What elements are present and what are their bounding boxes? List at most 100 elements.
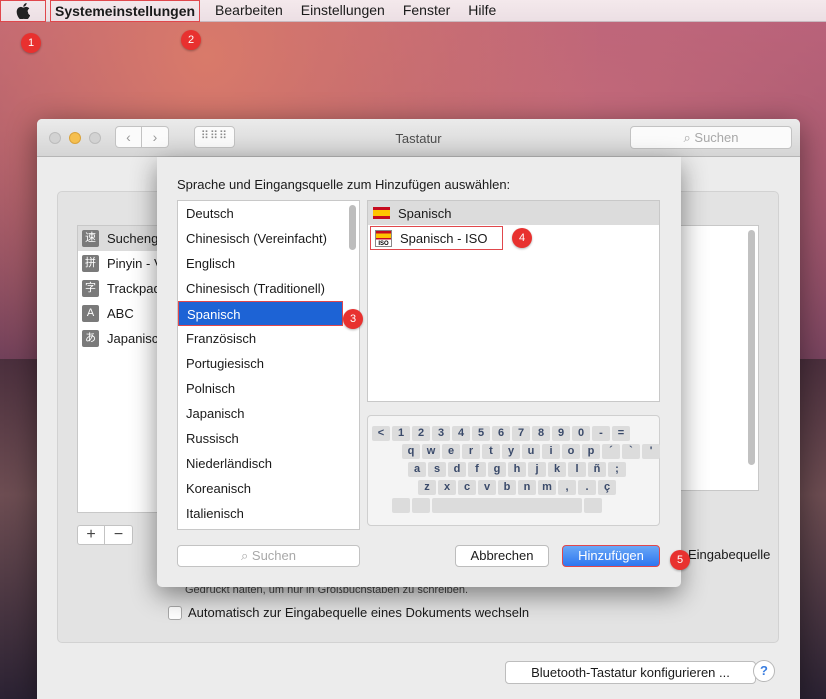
step-marker-3: 3	[343, 309, 363, 329]
spain-flag-icon	[373, 207, 390, 219]
spain-iso-flag-icon	[375, 229, 392, 247]
menu-einstellungen[interactable]: Einstellungen	[292, 0, 394, 22]
title-bar: ‹ › ⠿⠿⠿ Tastatur ⌕ Suchen	[37, 119, 800, 157]
key: .	[578, 480, 596, 495]
language-item[interactable]: Russisch	[178, 426, 359, 451]
add-input-source-sheet: Sprache und Eingangsquelle zum Hinzufüge…	[157, 157, 681, 587]
language-item[interactable]: Italienisch	[178, 501, 359, 526]
key: ,	[558, 480, 576, 495]
remove-source-button[interactable]: −	[105, 525, 133, 545]
key: .	[584, 498, 602, 513]
add-source-button[interactable]: +	[77, 525, 105, 545]
help-button[interactable]: ?	[753, 660, 775, 682]
key: m	[538, 480, 556, 495]
window-search-field[interactable]: ⌕ Suchen	[630, 126, 792, 149]
key: ´	[602, 444, 620, 459]
key: e	[442, 444, 460, 459]
step-marker-2: 2	[181, 30, 201, 50]
key: 3	[432, 426, 450, 441]
key: f	[468, 462, 486, 477]
key: -	[592, 426, 610, 441]
language-item[interactable]: Französisch	[178, 326, 359, 351]
search-placeholder: Suchen	[694, 130, 739, 145]
language-item[interactable]: Chinesisch (Traditionell)	[178, 276, 359, 301]
keyboard-row: a s d f g h j k l ñ;	[372, 462, 655, 477]
menu-fenster[interactable]: Fenster	[394, 0, 459, 22]
search-icon: ⌕	[683, 130, 691, 145]
key: u	[522, 444, 540, 459]
key: b	[498, 480, 516, 495]
keyboard-row: q w e r t y u i o p ´ ` '	[372, 444, 660, 459]
language-item[interactable]: Deutsch	[178, 201, 359, 226]
source-group-header: Spanisch	[368, 201, 659, 225]
wallpaper-right	[796, 359, 826, 699]
key: ñ	[588, 462, 606, 477]
source-icon: A	[82, 305, 99, 322]
language-item[interactable]: Englisch	[178, 251, 359, 276]
source-icon: 速	[82, 230, 99, 247]
cancel-button[interactable]: Abbrechen	[455, 545, 549, 567]
source-header-label: Spanisch	[398, 205, 452, 221]
language-item[interactable]: Polnisch	[178, 376, 359, 401]
source-item-spanish-iso[interactable]: Spanisch - ISO	[370, 226, 503, 250]
key: n	[518, 480, 536, 495]
add-remove-controls: + −	[77, 525, 133, 545]
add-button[interactable]: Hinzufügen	[562, 545, 660, 567]
key: 4	[452, 426, 470, 441]
source-item-label: Spanisch - ISO	[400, 230, 488, 246]
language-list: Deutsch Chinesisch (Vereinfacht) Englisc…	[177, 200, 360, 530]
language-item[interactable]: Chinesisch (Vereinfacht)	[178, 226, 359, 251]
key: ;	[608, 462, 626, 477]
source-icon: 字	[82, 280, 99, 297]
key: <	[372, 426, 390, 441]
key: k	[548, 462, 566, 477]
step-marker-4: 4	[512, 228, 532, 248]
bluetooth-keyboard-button[interactable]: Bluetooth-Tastatur konfigurieren ...	[505, 661, 756, 684]
keyboard-row: <1 2 3 4 5 6 7 8 9 0- =	[372, 426, 655, 441]
apple-menu[interactable]	[0, 0, 46, 22]
sheet-title: Sprache und Eingangsquelle zum Hinzufüge…	[177, 177, 511, 192]
eingabequelle-label: Eingabequelle	[688, 547, 771, 562]
key: a	[408, 462, 426, 477]
key: x	[438, 480, 456, 495]
source-detail-pane	[677, 225, 759, 491]
key: q	[402, 444, 420, 459]
key: 5	[472, 426, 490, 441]
source-icon: 拼	[82, 255, 99, 272]
menu-bearbeiten[interactable]: Bearbeiten	[206, 0, 292, 22]
auto-switch-label: Automatisch zur Eingabequelle eines Doku…	[188, 605, 530, 620]
key: 9	[552, 426, 570, 441]
key: 2	[412, 426, 430, 441]
auto-switch-checkbox[interactable]	[168, 605, 182, 620]
language-item[interactable]: Koreanisch	[178, 476, 359, 501]
key: =	[612, 426, 630, 441]
language-item[interactable]: Japanisch	[178, 401, 359, 426]
key: i	[542, 444, 560, 459]
menu-bar: Systemeinstellungen Bearbeiten Einstellu…	[0, 0, 826, 22]
scrollbar[interactable]	[748, 230, 755, 465]
language-item[interactable]: Portugiesisch	[178, 351, 359, 376]
key: ç	[598, 480, 616, 495]
keyboard-row: zxcvbnm,.ç	[372, 480, 655, 495]
key: y	[502, 444, 520, 459]
key: r	[462, 444, 480, 459]
space-key: .	[432, 498, 582, 513]
key: t	[482, 444, 500, 459]
language-item-selected[interactable]: Spanisch	[178, 301, 343, 326]
key: s	[428, 462, 446, 477]
key: w	[422, 444, 440, 459]
menu-hilfe[interactable]: Hilfe	[459, 0, 505, 22]
language-search-field[interactable]: ⌕ Suchen	[177, 545, 360, 567]
key: l	[568, 462, 586, 477]
search-icon: ⌕	[241, 548, 249, 563]
language-item[interactable]: Niederländisch	[178, 451, 359, 476]
key: .	[392, 498, 410, 513]
key: v	[478, 480, 496, 495]
menu-app-name[interactable]: Systemeinstellungen	[50, 0, 201, 22]
auto-switch-option[interactable]: Automatisch zur Eingabequelle eines Doku…	[168, 605, 529, 620]
source-list: Spanisch Spanisch - ISO	[367, 200, 660, 402]
key: 6	[492, 426, 510, 441]
step-marker-1: 1	[21, 33, 41, 53]
scrollbar[interactable]	[349, 205, 356, 250]
key: 0	[572, 426, 590, 441]
